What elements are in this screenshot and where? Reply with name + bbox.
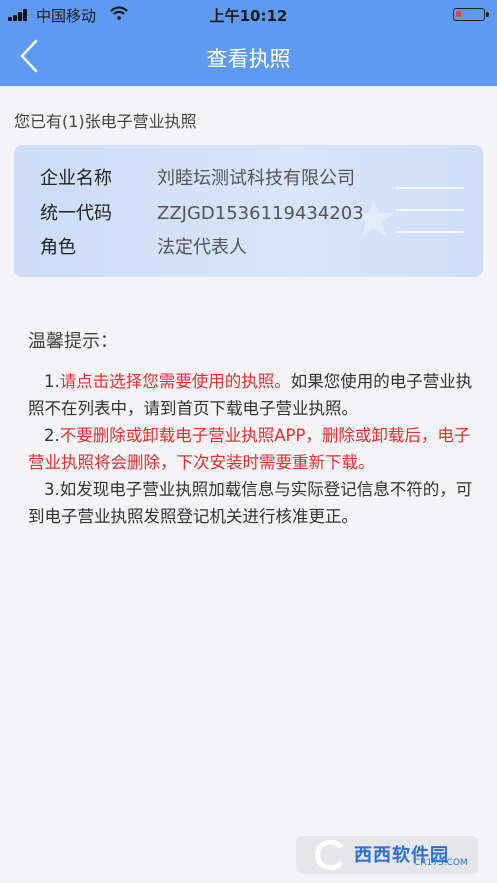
- tips-title: 温馨提示：: [28, 331, 118, 352]
- tip-1: 1.请点击选择您需要使用的执照。如果您使用的电子营业执照不在列表中，请到首页下载…: [28, 372, 473, 418]
- credit-code-value: ZZJGD1536119434203: [157, 203, 364, 224]
- status-time: 上午10:12: [209, 7, 288, 25]
- role-row: 角色 法定代表人: [40, 233, 247, 259]
- license-card[interactable]: 企业名称 刘睦坛测试科技有限公司 统一代码 ZZJGD1536119434203 角…: [14, 145, 483, 277]
- battery-icon: [453, 8, 489, 21]
- site-watermark: 西西软件园 CR173.COM: [296, 836, 478, 874]
- watermark-domain: CR173.COM: [414, 858, 468, 868]
- credit-code-row: 统一代码 ZZJGD1536119434203: [40, 199, 364, 225]
- card-decoration: [396, 187, 464, 253]
- tip-2: 2.不要删除或卸载电子营业执照APP，删除或卸载后，电子营业执照将会删除，下次安…: [28, 426, 471, 472]
- company-name-value: 刘睦坛测试科技有限公司: [157, 168, 355, 189]
- role-label: 角色: [40, 237, 76, 258]
- tips-content: 1.请点击选择您需要使用的执照。如果您使用的电子营业执照不在列表中，请到首页下载…: [28, 368, 473, 530]
- tip-2-highlight: 不要删除或卸载电子营业执照APP，删除或卸载后，电子营业执照将会删除，下次安装时…: [28, 426, 471, 472]
- credit-code-label: 统一代码: [40, 203, 112, 224]
- watermark-logo-icon: [315, 840, 343, 870]
- license-count-text: 您已有(1)张电子营业执照: [14, 112, 197, 131]
- tip-3: 3.如发现电子营业执照加载信息与实际登记信息不符的，可到电子营业执照发照登记机关…: [28, 480, 473, 526]
- page-title: 查看执照: [206, 47, 291, 71]
- role-value: 法定代表人: [157, 237, 247, 258]
- company-name-label: 企业名称: [40, 168, 112, 189]
- status-bar: 中国移动 上午10:12: [0, 0, 497, 28]
- company-name-row: 企业名称 刘睦坛测试科技有限公司: [40, 164, 355, 190]
- tip-1-highlight: 请点击选择您需要使用的执照。: [59, 372, 291, 391]
